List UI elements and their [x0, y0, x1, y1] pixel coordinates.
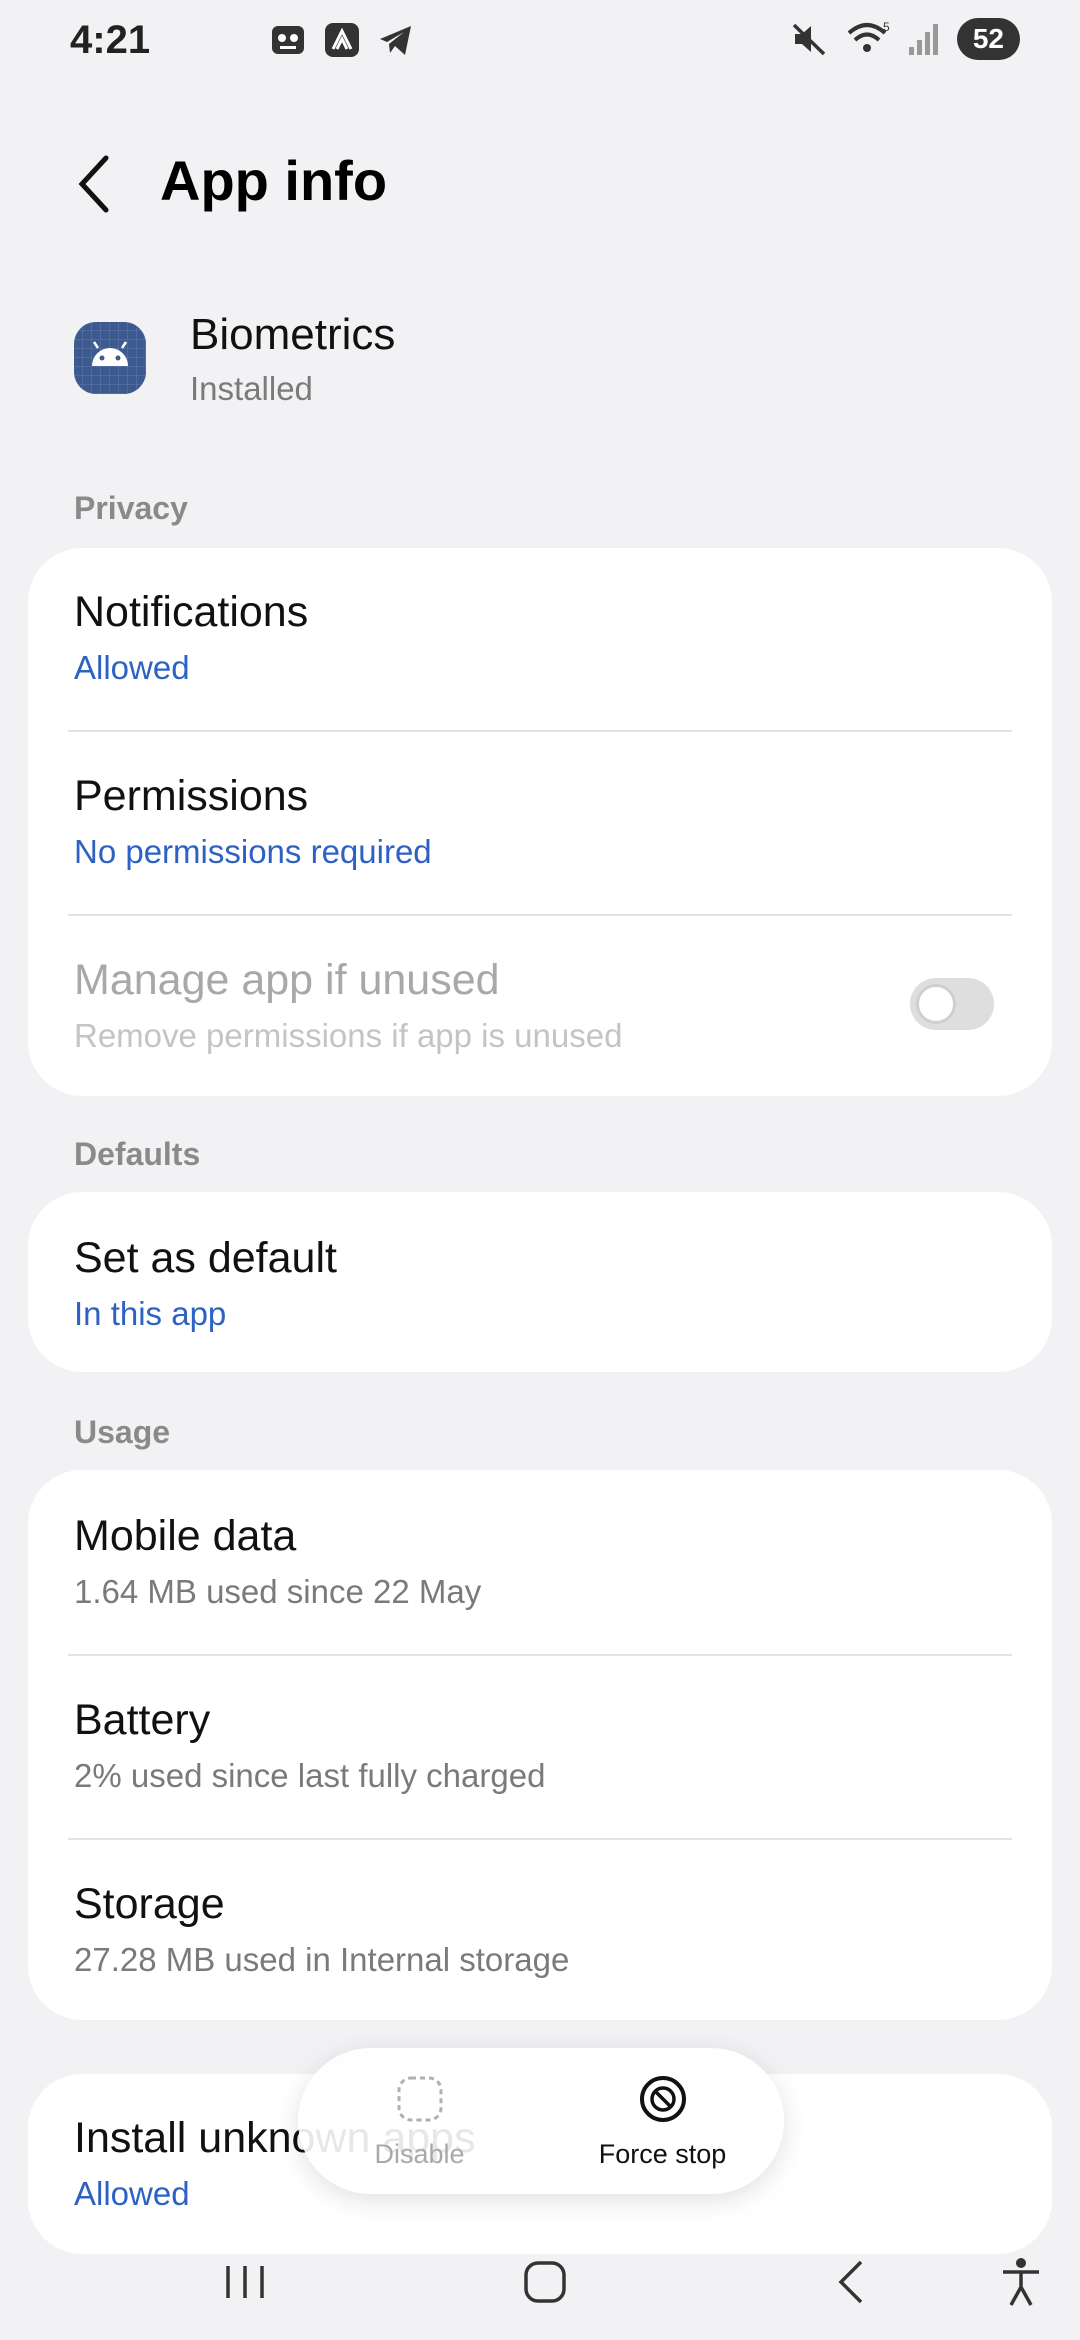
status-time: 4:21	[70, 18, 151, 62]
android-icon	[74, 322, 146, 394]
disable-label: Disable	[374, 2138, 465, 2169]
recents-icon	[226, 2266, 264, 2298]
manage-app-sub: Remove permissions if app is unused	[74, 1017, 623, 1054]
section-label-privacy: Privacy	[74, 490, 188, 526]
usage-card: Mobile data 1.64 MB used since 22 May Ba…	[28, 1470, 1052, 2020]
recents-button[interactable]	[210, 2252, 280, 2312]
back-nav-button[interactable]	[816, 2252, 886, 2312]
back-button[interactable]	[68, 150, 128, 218]
svg-text:5: 5	[883, 20, 890, 34]
manage-app-title: Manage app if unused	[74, 956, 500, 1004]
home-button[interactable]	[510, 2252, 580, 2312]
divider	[68, 914, 1012, 916]
home-icon	[524, 2261, 566, 2303]
mobile-data-sub: 1.64 MB used since 22 May	[74, 1573, 482, 1610]
battery-item[interactable]: Battery 2% used since last fully charged	[74, 1696, 1006, 1795]
battery-sub: 2% used since last fully charged	[74, 1757, 546, 1794]
app-name: Biometrics	[190, 310, 396, 359]
page-title: App info	[160, 149, 388, 212]
accessibility-icon	[1003, 2258, 1039, 2306]
back-nav-icon	[838, 2260, 863, 2304]
divider	[68, 1838, 1012, 1840]
app-icon	[325, 23, 359, 57]
status-icons-right: 5 52	[789, 18, 1020, 60]
defaults-card: Set as default In this app	[28, 1192, 1052, 1372]
app-status: Installed	[190, 370, 313, 407]
disable-button[interactable]: Disable	[320, 2073, 520, 2170]
toggle-knob	[916, 984, 956, 1024]
mute-icon	[792, 23, 826, 56]
section-label-defaults: Defaults	[74, 1136, 201, 1172]
telegram-icon	[380, 26, 411, 55]
manage-app-item[interactable]: Manage app if unused Remove permissions …	[74, 956, 1006, 1055]
set-default-item[interactable]: Set as default In this app	[74, 1234, 1006, 1333]
force-stop-label: Force stop	[598, 2138, 727, 2169]
divider	[68, 1654, 1012, 1656]
accessibility-button[interactable]	[986, 2252, 1056, 2312]
manage-app-toggle[interactable]	[910, 978, 994, 1030]
set-default-status: In this app	[74, 1295, 227, 1332]
set-default-title: Set as default	[74, 1234, 337, 1282]
force-stop-button[interactable]: Force stop	[563, 2073, 763, 2170]
notifications-title: Notifications	[74, 588, 309, 636]
battery-level: 52	[956, 18, 1020, 60]
storage-sub: 27.28 MB used in Internal storage	[74, 1941, 570, 1978]
wifi-icon: 5	[847, 20, 890, 52]
mobile-data-title: Mobile data	[74, 1512, 297, 1560]
mobile-data-item[interactable]: Mobile data 1.64 MB used since 22 May	[74, 1512, 1006, 1611]
notifications-status: Allowed	[74, 649, 190, 686]
divider	[68, 730, 1012, 732]
disable-icon	[397, 2076, 442, 2121]
signal-icon	[908, 24, 938, 55]
app-icon-biometrics	[74, 322, 146, 394]
permissions-status: No permissions required	[74, 833, 432, 870]
storage-title: Storage	[74, 1880, 225, 1928]
privacy-card: Notifications Allowed Permissions No per…	[28, 548, 1052, 1096]
bottom-action-bar: Disable Force stop	[298, 2048, 784, 2194]
storage-item[interactable]: Storage 27.28 MB used in Internal storag…	[74, 1880, 1006, 1979]
section-label-usage: Usage	[74, 1414, 171, 1450]
battery-title: Battery	[74, 1696, 211, 1744]
force-stop-icon	[639, 2075, 686, 2122]
chevron-left-icon	[78, 155, 109, 213]
status-icons-left	[268, 20, 416, 60]
permissions-title: Permissions	[74, 772, 309, 820]
notifications-item[interactable]: Notifications Allowed	[74, 588, 1006, 687]
game-icon	[272, 26, 304, 54]
permissions-item[interactable]: Permissions No permissions required	[74, 772, 1006, 871]
